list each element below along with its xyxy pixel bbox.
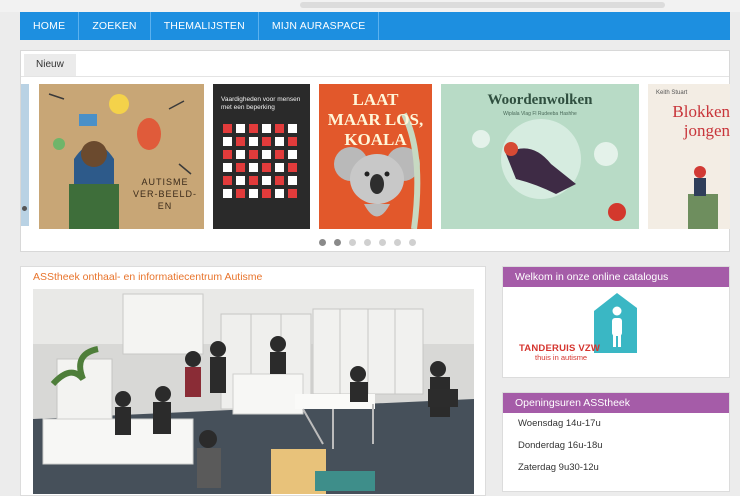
carousel-dot[interactable] <box>364 239 371 246</box>
main-navigation: HOME ZOEKEN THEMALIJSTEN MIJN AURASPACE <box>20 12 730 40</box>
carousel-dot[interactable] <box>379 239 386 246</box>
opening-hours-panel: Openingsuren ASStheek Woensdag 14u-17u D… <box>502 392 730 492</box>
carousel-dot[interactable] <box>394 239 401 246</box>
welcome-panel-title: Welkom in onze online catalogus <box>503 267 729 287</box>
book-cover-woordenwolken[interactable]: Woordenwolken Wiplala Vlag Fl Rudeeba Ha… <box>441 84 639 229</box>
book-cover-grid-art <box>223 124 297 198</box>
carousel-tabbar: Nieuw <box>21 51 729 77</box>
previous-arrow-icon[interactable] <box>22 206 27 211</box>
book-cover-blokkenjongen[interactable]: Keith Stuart Blokken jongen <box>648 84 730 229</box>
library-photo <box>33 289 474 494</box>
carousel-dot[interactable] <box>409 239 416 246</box>
book-cover-vaardigheden[interactable]: Vaardigheden voor mensen met een beperki… <box>213 84 310 229</box>
new-books-carousel: Nieuw AUTISME VER-BEELD-EN Vaardigheden … <box>20 50 730 252</box>
book-title: Woordenwolken <box>487 92 593 108</box>
nav-themalijsten[interactable]: THEMALIJSTEN <box>151 12 259 40</box>
welcome-panel: Welkom in onze online catalogus TANDERUI… <box>502 266 730 378</box>
book-cover-autisme-ver-beeld-en[interactable]: AUTISME VER-BEELD-EN <box>39 84 204 229</box>
carousel-dot[interactable] <box>319 239 326 246</box>
address-bar[interactable] <box>300 2 665 8</box>
opening-hours-title: Openingsuren ASStheek <box>503 393 729 413</box>
book-cover-laat-maar-los-koala[interactable]: LAAT MAAR LOS, KOALA <box>319 84 432 229</box>
book-title: AUTISME VER-BEELD-EN <box>132 177 197 211</box>
nav-mijn-auraspace[interactable]: MIJN AURASPACE <box>259 12 380 40</box>
hours-line: Woensdag 14u-17u <box>518 418 601 429</box>
carousel-pagination <box>319 239 416 246</box>
carousel-dot[interactable] <box>349 239 356 246</box>
hours-line: Donderdag 16u-18u <box>518 440 603 451</box>
book-cover-art <box>688 166 718 229</box>
book-subtitle: Wiplala Vlag Fl Rudeeba Hashhe <box>503 111 577 117</box>
carousel-dot[interactable] <box>334 239 341 246</box>
page-title: ASStheek onthaal- en informatiecentrum A… <box>33 271 263 283</box>
previous-book-partial[interactable] <box>21 84 29 226</box>
library-interior-illustration <box>33 289 474 494</box>
nav-zoeken[interactable]: ZOEKEN <box>79 12 151 40</box>
main-content: ASStheek onthaal- en informatiecentrum A… <box>20 266 486 496</box>
browser-top-strip <box>0 0 740 12</box>
tab-nieuw[interactable]: Nieuw <box>24 54 76 76</box>
hours-line: Zaterdag 9u30-12u <box>518 462 599 473</box>
book-title: LAAT MAAR LOS, KOALA <box>327 90 424 149</box>
logo-tagline: thuis in autisme <box>535 353 588 362</box>
nav-home[interactable]: HOME <box>20 12 80 40</box>
